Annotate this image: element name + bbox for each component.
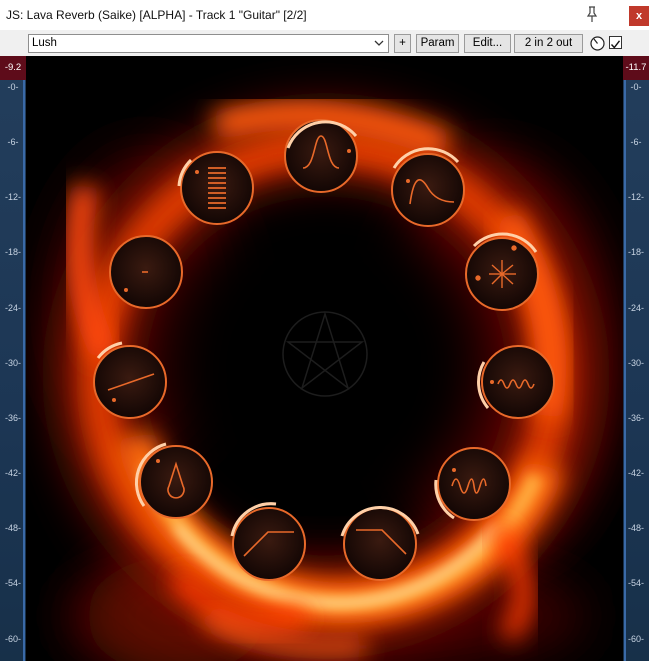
window-title-bar: JS: Lava Reverb (Saike) [ALPHA] - Track … (0, 0, 649, 30)
preset-dropdown[interactable]: Lush (28, 34, 389, 53)
meter-tick: -12- (4, 192, 21, 202)
meter-tick: -30- (627, 358, 644, 368)
meter-tick: -54- (4, 578, 21, 588)
meter-tick: -54- (627, 578, 644, 588)
meter-tick: -0- (630, 82, 642, 92)
meter-tick: -24- (627, 303, 644, 313)
left-peak-readout: -9.2 (0, 56, 26, 80)
meter-tick: -30- (4, 358, 21, 368)
output-level-meter: -11.7 -0- -6- -12- -18- -24- -30- -36- -… (623, 56, 649, 661)
meter-tick: -6- (7, 137, 19, 147)
meter-tick: -12- (627, 192, 644, 202)
io-routing-button[interactable]: 2 in 2 out (514, 34, 583, 53)
meter-tick: -36- (4, 413, 21, 423)
input-level-meter: -9.2 -0- -6- -12- -18- -24- -30- -36- -4… (0, 56, 26, 661)
meter-tick: -60- (627, 634, 644, 644)
center-void (176, 216, 476, 516)
add-preset-button[interactable]: + (394, 34, 411, 53)
meter-tick: -18- (627, 247, 644, 257)
wet-knob-icon[interactable] (589, 35, 606, 52)
lava-canvas (46, 99, 616, 661)
meter-scale-line (624, 80, 626, 661)
dry-knob[interactable] (109, 235, 183, 309)
meter-scale-line (23, 80, 25, 661)
param-button[interactable]: Param (416, 34, 459, 53)
meter-tick: -48- (4, 523, 21, 533)
lowcut-knob[interactable] (230, 502, 306, 581)
plugin-toolbar: Lush + Param Edit... 2 in 2 out (0, 30, 649, 56)
close-button[interactable]: x (629, 6, 649, 26)
bypass-checkbox[interactable] (609, 36, 622, 49)
highcut-knob[interactable] (340, 505, 420, 581)
chevron-down-icon (373, 36, 385, 50)
edit-button[interactable]: Edit... (464, 34, 511, 53)
pin-icon[interactable] (582, 4, 602, 24)
bell-curve-knob[interactable] (284, 119, 358, 193)
meter-tick: -48- (627, 523, 644, 533)
level-knob[interactable] (177, 151, 254, 225)
meter-tick: -6- (630, 137, 642, 147)
right-peak-readout: -11.7 (623, 56, 649, 80)
meter-tick: -60- (4, 634, 21, 644)
meter-tick: -18- (4, 247, 21, 257)
lava-visualization (26, 56, 623, 661)
preset-name: Lush (32, 37, 57, 49)
meter-tick: -42- (627, 468, 644, 478)
meter-tick: -24- (4, 303, 21, 313)
meter-tick: -0- (7, 82, 19, 92)
window-title: JS: Lava Reverb (Saike) [ALPHA] - Track … (6, 8, 307, 22)
meter-tick: -36- (627, 413, 644, 423)
meter-tick: -42- (4, 468, 21, 478)
